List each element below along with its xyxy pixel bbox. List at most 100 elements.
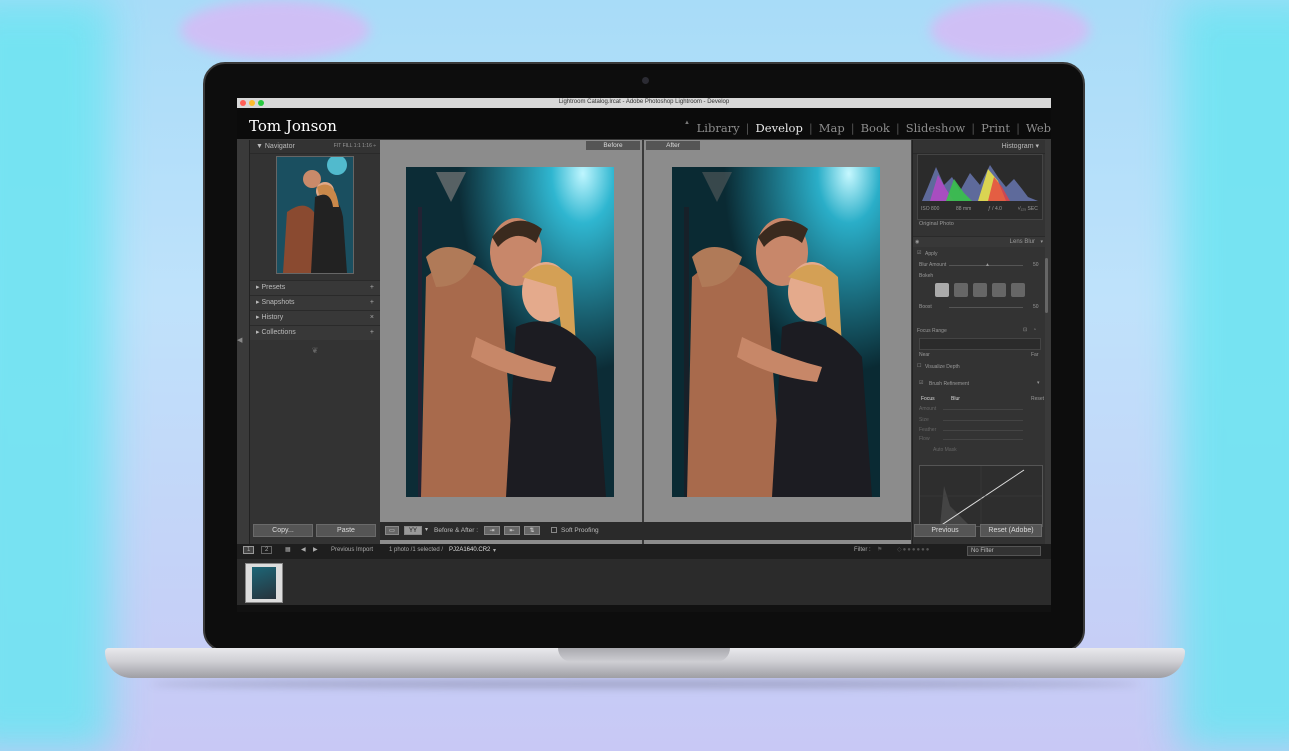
focus-range-graph[interactable] [919, 338, 1041, 350]
focus-range-help-icon[interactable]: ◔ [1033, 327, 1036, 333]
brush-flow-slider[interactable] [943, 439, 1023, 440]
module-map[interactable]: Map [819, 121, 845, 135]
eye-icon[interactable]: ◉ [915, 239, 919, 245]
collapse-top-arrow-icon[interactable]: ▲ [684, 120, 690, 126]
brush-reset-button[interactable]: Reset [1031, 396, 1044, 402]
bottom-collapse-bar[interactable] [237, 605, 1051, 612]
brush-feather-label: Feather [919, 427, 937, 433]
module-slideshow[interactable]: Slideshow [906, 121, 965, 135]
filmstrip-thumbnail[interactable] [245, 563, 283, 603]
bokeh-label: Bokeh [919, 273, 934, 279]
before-label: Before [586, 141, 640, 150]
background-purple-blob [930, 0, 1090, 60]
blur-amount-thumb-icon[interactable]: ▲ [985, 262, 990, 268]
tone-curve[interactable] [919, 465, 1043, 527]
before-photo-image [406, 167, 614, 497]
bokeh-cat-eye-button[interactable] [1011, 283, 1025, 297]
snapshots-section[interactable]: ▸ Snapshots + [250, 295, 380, 310]
secondary-window-button[interactable]: 2 [261, 546, 273, 554]
bokeh-ring-button[interactable] [992, 283, 1006, 297]
collections-section[interactable]: ▸ Collections + [250, 325, 380, 340]
bokeh-circle-button[interactable] [935, 283, 949, 297]
before-after-view-button[interactable]: YY [404, 526, 422, 535]
brush-refinement-disclosure-icon[interactable]: ▾ [1037, 380, 1040, 386]
collections-label: Collections [261, 329, 296, 336]
history-section[interactable]: ▸ History × [250, 310, 380, 325]
history-label: History [261, 314, 284, 321]
bokeh-bubble-button[interactable] [954, 283, 968, 297]
add-snapshot-button[interactable]: + [370, 296, 374, 310]
brush-feather-slider[interactable] [943, 430, 1023, 431]
brush-refinement-label: Brush Refinement [929, 381, 970, 387]
copy-before-to-after-button[interactable]: ⇥ [484, 526, 500, 535]
collapse-left-arrow-icon[interactable]: ◀ [237, 336, 242, 344]
background-purple-blob [180, 0, 370, 60]
source-label[interactable]: Previous Import [331, 547, 373, 553]
focus-target-icon[interactable]: ⊡ [1023, 327, 1027, 333]
module-separator: | [971, 121, 976, 135]
module-separator: | [808, 121, 813, 135]
brush-size-slider[interactable] [943, 420, 1023, 421]
visualize-depth-checkbox[interactable]: ☐ [917, 363, 921, 369]
previous-button[interactable]: Previous [914, 524, 976, 537]
filter-preset-select[interactable]: No Filter [967, 546, 1041, 556]
after-photo[interactable] [672, 167, 880, 497]
brush-flow-label: Flow [919, 436, 930, 442]
blur-amount-value: 50 [1033, 262, 1039, 268]
right-panel-scrollbar[interactable] [1045, 258, 1048, 313]
navigator-header[interactable]: ▼ Navigator FIT FILL 1:1 1:16 ÷ [250, 140, 380, 154]
brush-refinement-checkbox[interactable]: ☑ [919, 380, 923, 386]
laptop-notch [558, 648, 730, 662]
left-panel: ▼ Navigator FIT FILL 1:1 1:16 ÷ ▸ Preset… [249, 140, 381, 584]
add-collection-button[interactable]: + [370, 326, 374, 340]
module-library[interactable]: Library [697, 121, 740, 135]
module-book[interactable]: Book [861, 121, 890, 135]
histogram-header[interactable]: Histogram ▾ [913, 140, 1045, 154]
grid-view-icon[interactable]: ▦ [285, 546, 291, 553]
filmstrip-toolbar: 1 2 ▦ ◀ ▶ Previous Import 1 photo /1 sel… [237, 544, 1051, 559]
apply-checkbox[interactable]: ☑ [917, 250, 921, 256]
module-web[interactable]: Web [1026, 121, 1051, 135]
before-photo[interactable] [406, 167, 614, 497]
navigator-preview[interactable] [276, 156, 354, 274]
copy-settings-button[interactable]: Copy... [253, 524, 313, 537]
filename-label[interactable]: PJ2A1640.CR2 [449, 547, 490, 553]
module-separator: | [745, 121, 750, 135]
right-panel: Histogram ▾ ISO 800 88 mm ƒ / 4.0 ¹⁄₁₂₅ … [912, 140, 1045, 584]
soft-proofing-checkbox[interactable] [551, 527, 557, 533]
forward-arrow-icon[interactable]: ▶ [313, 546, 318, 553]
clear-history-button[interactable]: × [370, 311, 374, 325]
add-preset-button[interactable]: + [370, 281, 374, 295]
swap-before-after-button[interactable]: ⇅ [524, 526, 540, 535]
blur-tab[interactable]: Blur [951, 396, 960, 402]
histogram-iso: ISO 800 [921, 206, 940, 212]
primary-window-button[interactable]: 1 [243, 546, 255, 554]
copy-after-to-before-button[interactable]: ⇤ [504, 526, 520, 535]
snapshots-label: Snapshots [261, 299, 295, 306]
reset-adobe-button[interactable]: Reset (Adobe) [980, 524, 1042, 537]
brush-amount-slider[interactable] [943, 409, 1023, 410]
flag-filter-icon[interactable]: ⚑ [877, 546, 882, 553]
selection-info: 1 photo /1 selected / [389, 547, 444, 553]
bokeh-blade-button[interactable] [973, 283, 987, 297]
rating-filter-icon[interactable]: ◇●●●●●● [897, 546, 930, 553]
back-arrow-icon[interactable]: ◀ [301, 546, 306, 553]
loupe-view-button[interactable]: ▭ [385, 526, 399, 535]
paste-settings-button[interactable]: Paste [316, 524, 376, 537]
focus-tab[interactable]: Focus [921, 396, 935, 402]
lens-blur-header[interactable]: ◉ Lens Blur ▾ [913, 236, 1045, 247]
original-photo-label[interactable]: Original Photo [919, 221, 954, 227]
lens-blur-disclosure-icon[interactable]: ▾ [1040, 239, 1043, 245]
boost-slider[interactable] [949, 307, 1023, 308]
view-mode-dropdown-icon[interactable]: ▾ [425, 526, 428, 533]
module-print[interactable]: Print [981, 121, 1010, 135]
module-develop[interactable]: Develop [756, 121, 803, 135]
focus-range-label: Focus Range [917, 328, 947, 334]
presets-section[interactable]: ▸ Presets + [250, 280, 380, 295]
navigator-zoom-options[interactable]: FIT FILL 1:1 1:16 ÷ [334, 140, 376, 153]
identity-plate: Tom Jonson [249, 117, 337, 135]
module-picker: Library | Develop | Map | Book | Slidesh… [697, 121, 1051, 135]
before-after-view: Before After [380, 140, 911, 580]
histogram[interactable]: ISO 800 88 mm ƒ / 4.0 ¹⁄₁₂₅ SEC [917, 154, 1043, 220]
filename-dropdown-icon[interactable]: ▾ [493, 547, 496, 554]
